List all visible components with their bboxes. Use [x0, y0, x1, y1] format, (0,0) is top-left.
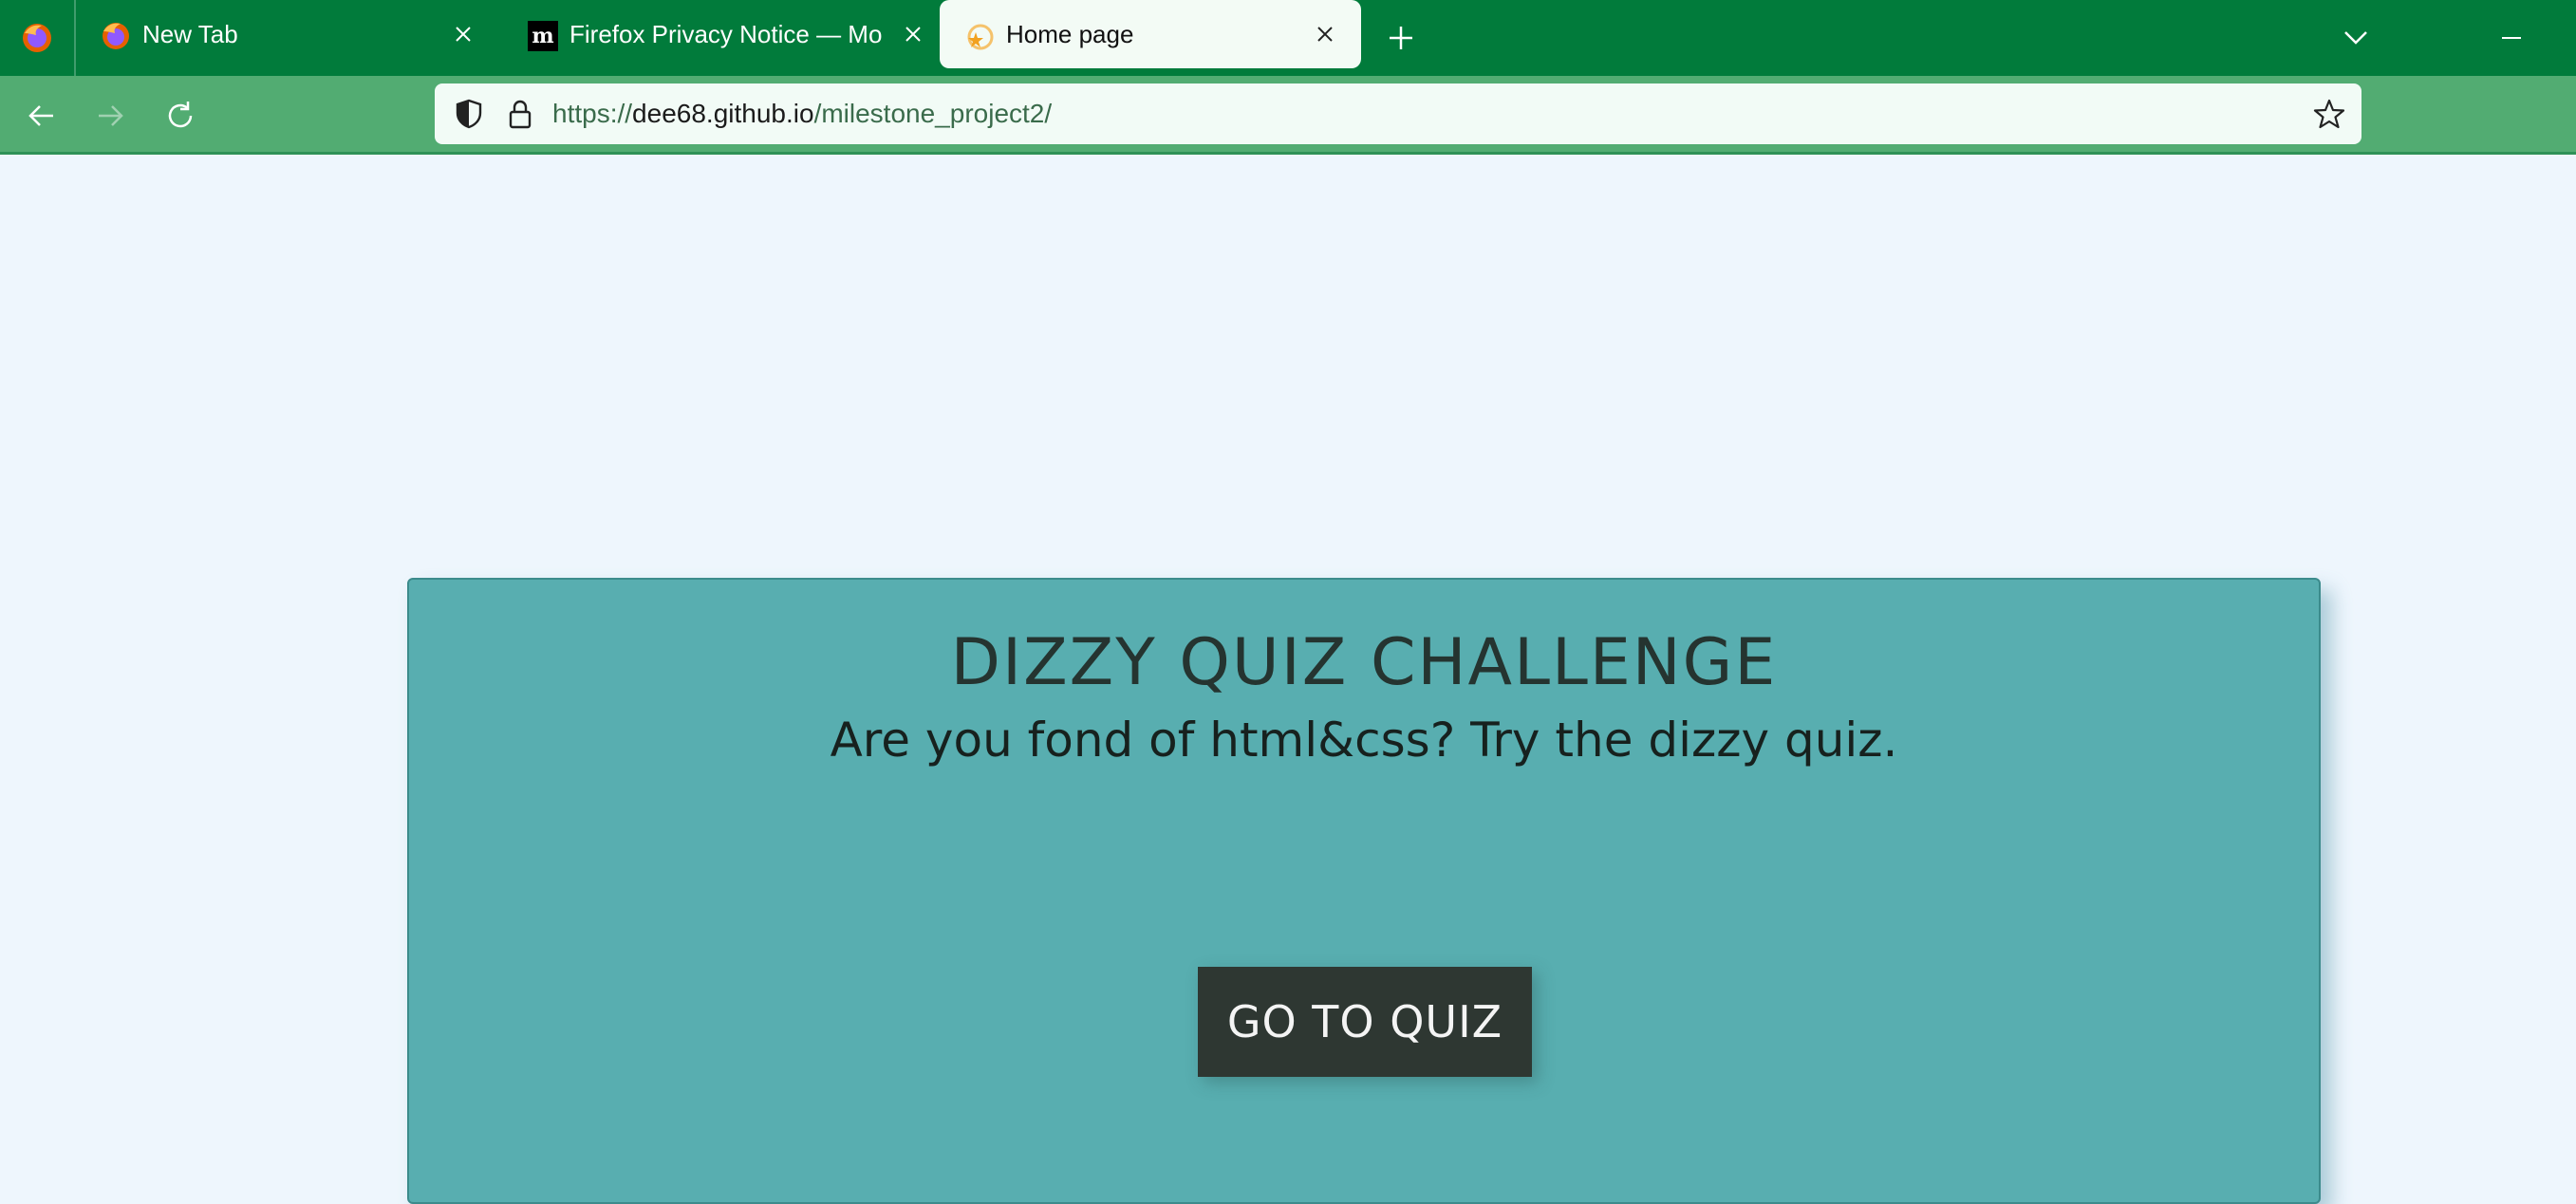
close-icon[interactable]	[1314, 23, 1336, 46]
minimize-icon[interactable]	[2491, 17, 2532, 59]
chevron-down-icon[interactable]	[2335, 17, 2377, 59]
tab-label: Firefox Privacy Notice — Mozilla	[569, 20, 883, 48]
tab-home-page[interactable]: Home page	[940, 0, 1361, 68]
url-host: dee68.github.io	[632, 99, 814, 128]
firefox-view-button[interactable]	[0, 0, 76, 76]
go-to-quiz-button[interactable]: GO TO QUIZ	[1198, 967, 1532, 1077]
url-scheme: https://	[552, 99, 633, 128]
address-bar[interactable]: https://dee68.github.io/milestone_projec…	[435, 83, 2361, 144]
firefox-icon	[23, 24, 51, 52]
shield-icon[interactable]	[452, 97, 486, 131]
mozilla-m-icon: m	[528, 21, 558, 51]
new-tab-plus-icon[interactable]	[1380, 17, 1422, 59]
hero-card: DIZZY QUIZ CHALLENGE Are you fond of htm…	[407, 578, 2321, 1204]
url-text[interactable]: https://dee68.github.io/milestone_projec…	[552, 97, 1052, 131]
back-arrow-icon[interactable]	[19, 93, 65, 139]
url-path: /milestone_project2/	[813, 99, 1053, 128]
page-content: DIZZY QUIZ CHALLENGE Are you fond of htm…	[0, 155, 2576, 1204]
page-title: DIZZY QUIZ CHALLENGE	[950, 625, 1778, 700]
close-icon[interactable]	[902, 23, 924, 46]
page-subtitle: Are you fond of html&css? Try the dizzy …	[830, 713, 1898, 768]
tab-label: New Tab	[142, 20, 238, 48]
bookmark-star-icon[interactable]	[2312, 97, 2346, 131]
close-icon[interactable]	[452, 23, 475, 46]
firefox-icon	[103, 23, 129, 49]
tab-label: Home page	[1006, 20, 1134, 48]
star-favicon-icon	[967, 24, 994, 50]
lock-icon[interactable]	[503, 97, 537, 131]
reload-icon[interactable]	[158, 93, 203, 139]
tab-new-tab[interactable]: New Tab	[76, 0, 499, 68]
tab-privacy-notice[interactable]: m Firefox Privacy Notice — Mozilla	[503, 0, 940, 68]
tab-strip: New Tab m Firefox Privacy Notice — Mozil…	[0, 0, 2576, 76]
navigation-toolbar: https://dee68.github.io/milestone_projec…	[0, 76, 2576, 152]
forward-arrow-icon[interactable]	[87, 93, 133, 139]
svg-text:m: m	[532, 24, 553, 48]
